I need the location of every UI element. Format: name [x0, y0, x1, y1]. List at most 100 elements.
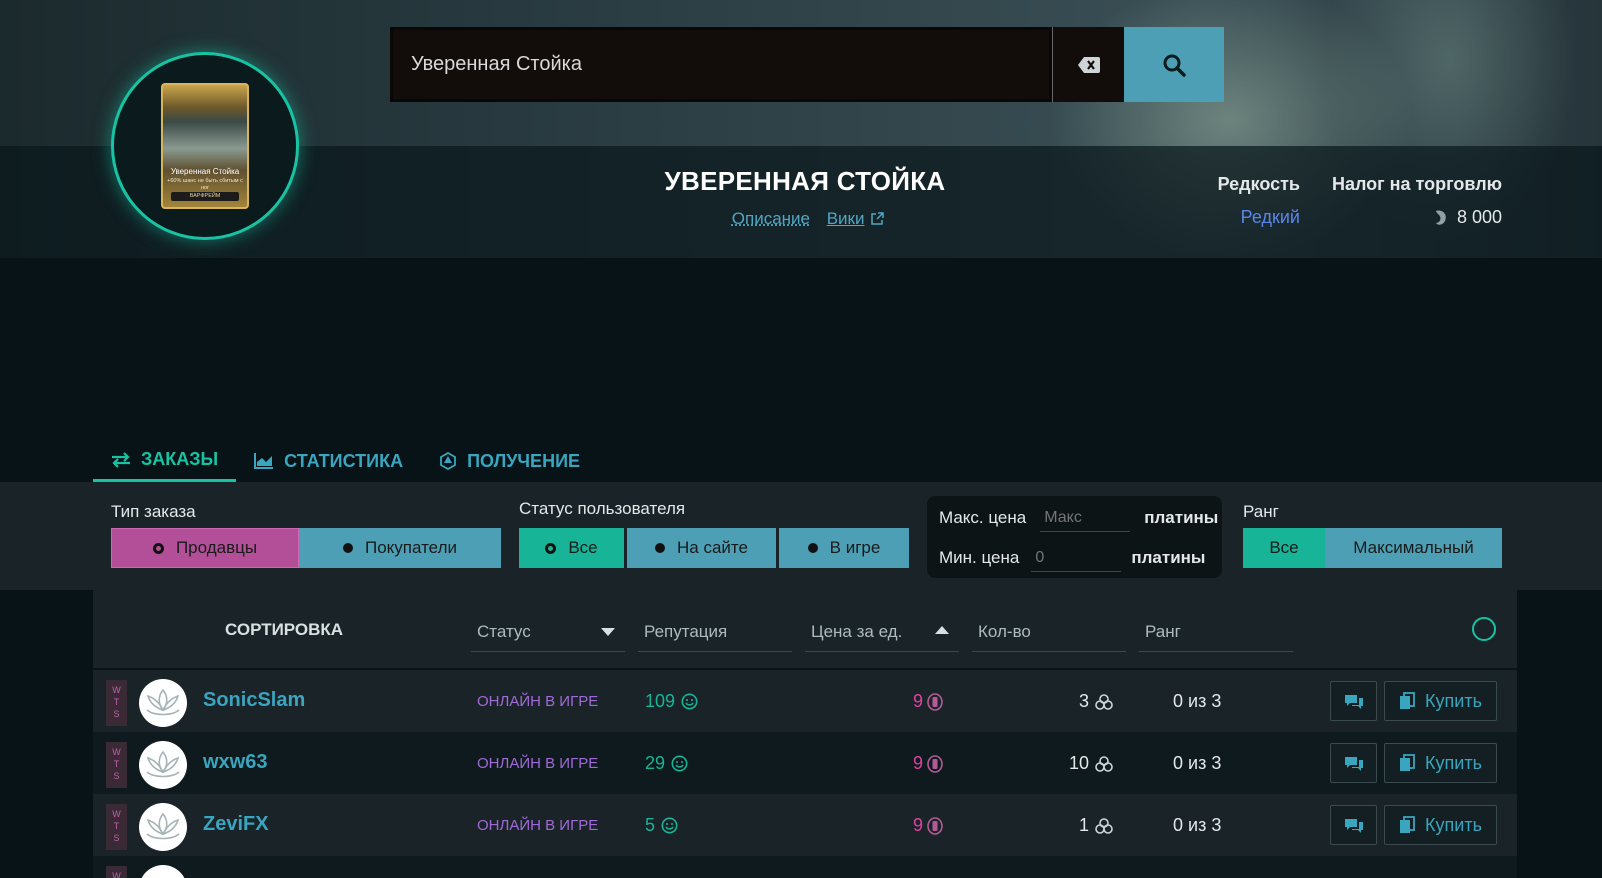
stack-icon: [1095, 693, 1113, 710]
avatar[interactable]: [139, 741, 187, 789]
reputation-header-label: Репутация: [644, 621, 728, 641]
rank-max-button[interactable]: Максимальный: [1325, 528, 1502, 568]
rank-column-header[interactable]: Ранг: [1139, 612, 1293, 652]
reputation-value: 5: [645, 815, 656, 835]
chat-button[interactable]: [1330, 743, 1377, 783]
exchange-icon: [112, 451, 130, 468]
wts-badge: WTS: [106, 804, 127, 850]
stack-icon: [1095, 755, 1113, 772]
tab-orders[interactable]: Заказы: [93, 440, 237, 482]
username[interactable]: SonicSlam: [203, 689, 305, 712]
username[interactable]: ZeviFX: [203, 813, 269, 836]
clear-search-button[interactable]: [1052, 27, 1124, 102]
quantity: 3: [993, 691, 1113, 712]
buy-label: Купить: [1425, 752, 1482, 773]
user-status: ОНЛАЙН В ИГРЕ: [477, 817, 599, 834]
quantity-header-label: Кол-во: [978, 621, 1031, 641]
tab-statistics-label: Статистика: [284, 450, 404, 471]
description-link[interactable]: Описание: [732, 209, 810, 228]
buyers-button[interactable]: Покупатели: [299, 528, 501, 568]
avatar[interactable]: [139, 865, 187, 878]
tabs: Заказы Статистика Получение: [93, 440, 598, 482]
status-game-label: В игре: [829, 538, 881, 557]
buy-button[interactable]: Купить: [1384, 681, 1497, 721]
rank-max-label: Максимальный: [1353, 538, 1474, 557]
min-price-input[interactable]: [1031, 544, 1122, 572]
status-column-header[interactable]: Статус: [471, 612, 625, 652]
status-site-button[interactable]: На сайте: [627, 528, 776, 568]
reputation-value: 29: [645, 753, 666, 773]
reputation: 29: [645, 753, 688, 774]
copy-icon: [1400, 754, 1415, 771]
caret-up-icon: [935, 626, 949, 634]
max-price-label: Макс. цена: [939, 508, 1027, 527]
username[interactable]: wxw63: [203, 751, 267, 774]
chart-icon: [254, 453, 274, 469]
quantity: 1: [993, 815, 1113, 836]
sellers-button[interactable]: Продавцы: [111, 528, 299, 568]
rank-filter-label: Ранг: [1243, 502, 1279, 521]
rank-all-label: Все: [1269, 538, 1299, 557]
price-header-label: Цена за ед.: [811, 621, 903, 641]
buyers-label: Покупатели: [365, 538, 457, 557]
stack-icon: [1095, 817, 1113, 834]
rarity-value: Редкий: [1240, 207, 1300, 227]
reputation-column-header[interactable]: Репутация: [638, 612, 792, 652]
buy-button[interactable]: Купить: [1384, 805, 1497, 845]
rank-all-button[interactable]: Все: [1243, 528, 1325, 568]
quantity-column-header[interactable]: Кол-во: [972, 612, 1126, 652]
search-bar: [390, 27, 1224, 102]
chat-icon: [1344, 756, 1363, 771]
status-game-button[interactable]: В игре: [779, 528, 909, 568]
table-row: WTS SonicSlam ОНЛАЙН В ИГРЕ 109 9 3 0 из…: [93, 670, 1517, 732]
copy-icon: [1400, 692, 1415, 709]
search-button[interactable]: [1124, 27, 1224, 102]
buy-button[interactable]: Купить: [1384, 743, 1497, 783]
wts-badge: WTS: [106, 866, 127, 878]
max-price-unit: платины: [1144, 508, 1219, 527]
min-price-label: Мин. цена: [939, 548, 1020, 567]
chat-button[interactable]: [1330, 805, 1377, 845]
platinum-icon: [927, 754, 943, 773]
search-field[interactable]: [390, 27, 1052, 102]
min-price-row: Мин. цена платины: [939, 544, 1205, 572]
rank: 0 из 3: [1173, 753, 1222, 773]
chat-button[interactable]: [1330, 681, 1377, 721]
user-status: ОНЛАЙН В ИГРЕ: [477, 693, 599, 710]
copy-icon: [1400, 816, 1415, 833]
table-body: WTS SonicSlam ОНЛАЙН В ИГРЕ 109 9 3 0 из…: [93, 670, 1517, 878]
refresh-toggle[interactable]: [1472, 617, 1496, 641]
wts-badge: WTS: [106, 680, 127, 726]
tab-orders-label: Заказы: [141, 449, 219, 469]
table-header: СОРТИРОВКА Статус Репутация Цена за ед. …: [93, 590, 1517, 670]
rarity-label: Редкость: [1217, 174, 1300, 194]
tab-statistics[interactable]: Статистика: [236, 440, 421, 482]
wiki-link[interactable]: Вики: [827, 209, 865, 228]
buy-label: Купить: [1425, 814, 1482, 835]
caret-down-icon: [601, 628, 615, 636]
sellers-label: Продавцы: [175, 538, 258, 557]
external-link-icon: [871, 212, 884, 225]
avatar[interactable]: [139, 679, 187, 727]
quantity-value: 3: [1078, 691, 1089, 711]
max-price-input[interactable]: [1040, 504, 1131, 532]
price-column-header[interactable]: Цена за ед.: [805, 612, 959, 652]
sort-title: СОРТИРОВКА: [225, 620, 344, 639]
radio-icon: [655, 543, 666, 553]
search-input[interactable]: [411, 53, 1041, 76]
table-row: WTS wxw63 ОНЛАЙН В ИГРЕ 29 9 10 0 из 3 К…: [93, 732, 1517, 794]
dice-icon: [440, 452, 456, 470]
smiley-icon: [661, 817, 678, 834]
quantity-value: 10: [1068, 753, 1089, 773]
table-row: WTS ZeviFX ОНЛАЙН В ИГРЕ 5 9 1 0 из 3 Ку…: [93, 794, 1517, 856]
reputation: 109: [645, 691, 698, 712]
status-all-label: Все: [568, 538, 598, 557]
price-value: 9: [912, 753, 923, 773]
user-status-label: Статус пользователя: [519, 499, 686, 518]
status-header-label: Статус: [477, 621, 531, 641]
status-all-button[interactable]: Все: [519, 528, 624, 568]
quantity-value: 1: [1078, 815, 1089, 835]
avatar[interactable]: [139, 803, 187, 851]
trade-tax-value: 8 000: [1456, 207, 1502, 227]
tab-drop-sources[interactable]: Получение: [421, 440, 598, 482]
